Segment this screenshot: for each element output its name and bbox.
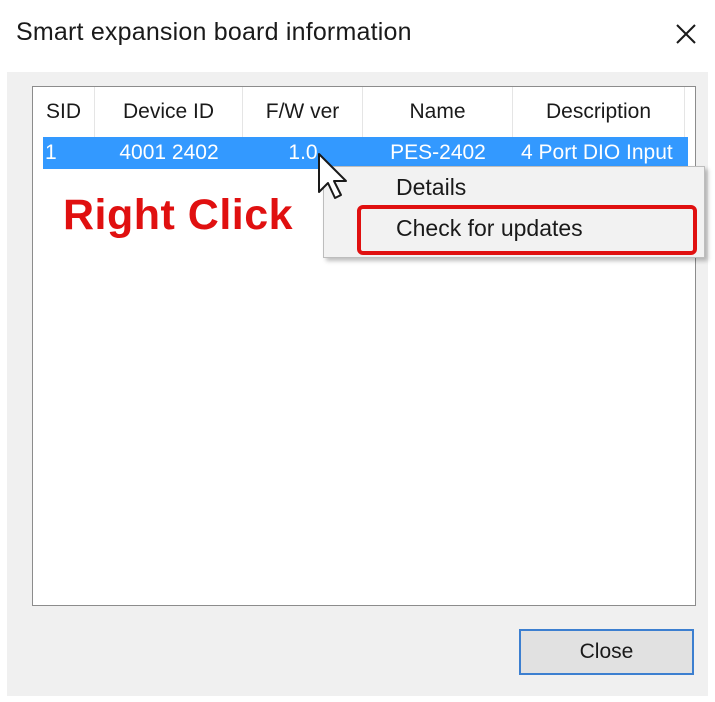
list-header: SID Device ID F/W ver Name Description xyxy=(33,87,695,137)
column-header-name[interactable]: Name xyxy=(363,87,513,137)
right-click-annotation: Right Click xyxy=(63,191,294,239)
column-header-device-id[interactable]: Device ID xyxy=(95,87,243,137)
close-icon[interactable] xyxy=(672,20,700,48)
window-title: Smart expansion board information xyxy=(16,18,412,46)
mouse-cursor-icon xyxy=(316,152,352,204)
cell-sid: 1 xyxy=(45,141,57,164)
cell-device-id: 4001 2402 xyxy=(119,141,219,164)
column-header-sid[interactable]: SID xyxy=(33,87,95,137)
table-row[interactable]: 1 4001 2402 1.0 PES-2402 4 Port DIO Inpu… xyxy=(43,137,688,169)
highlight-box xyxy=(357,205,697,255)
smart-expansion-dialog: Smart expansion board information SID De… xyxy=(0,0,715,702)
device-list[interactable]: SID Device ID F/W ver Name Description 1… xyxy=(32,86,696,606)
column-header-fw-ver[interactable]: F/W ver xyxy=(243,87,363,137)
close-button[interactable]: Close xyxy=(519,629,694,675)
menu-item-details[interactable]: Details xyxy=(396,174,466,201)
title-bar[interactable]: Smart expansion board information xyxy=(0,0,715,72)
cell-name: PES-2402 xyxy=(390,141,486,164)
column-header-description[interactable]: Description xyxy=(513,87,685,137)
cell-description: 4 Port DIO Input xyxy=(521,141,673,164)
